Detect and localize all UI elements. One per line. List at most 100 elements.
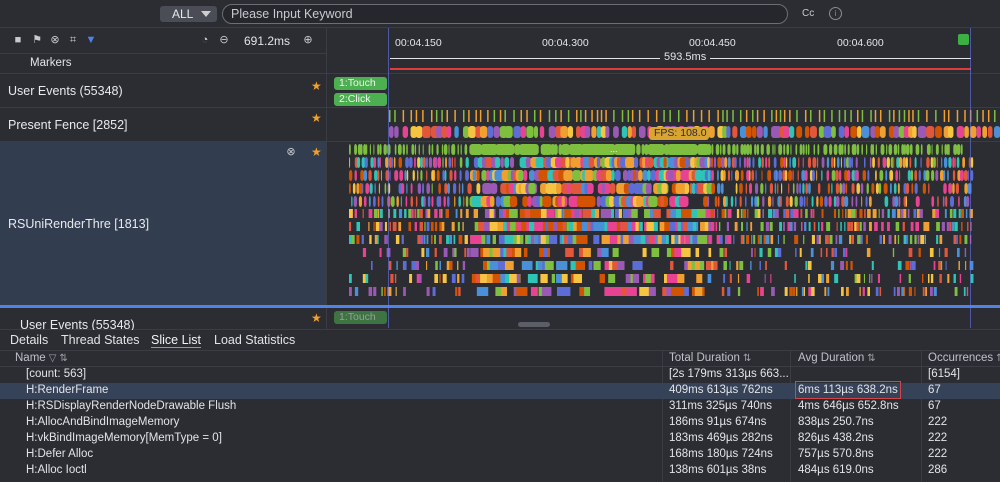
thread-slice — [874, 222, 878, 231]
thread-slice — [918, 248, 921, 257]
thread-slice — [840, 157, 842, 168]
settings-circle-icon[interactable]: ⊗ — [285, 146, 297, 158]
event-touch[interactable]: 1:Touch — [334, 311, 387, 324]
thread-slice — [420, 170, 423, 181]
thread-slice — [781, 183, 783, 194]
thread-slice — [830, 261, 835, 270]
flag-icon[interactable] — [958, 34, 969, 45]
thread-slice — [458, 196, 461, 207]
thread-slice — [588, 157, 595, 168]
horizontal-scrollbar[interactable] — [518, 322, 550, 327]
time-ruler[interactable]: 00:04.150 00:04.300 00:04.450 00:04.600 … — [326, 28, 1000, 74]
thread-slice — [760, 144, 764, 155]
track-user-events[interactable]: User Events (55348) ★ — [0, 74, 326, 108]
fence-frame — [874, 126, 880, 138]
column-header-avg[interactable]: Avg Duration ⇅ — [798, 352, 876, 364]
column-header-name[interactable]: Name ▽ ⇅ — [15, 352, 68, 364]
thread-slice — [711, 157, 713, 168]
tab-thread-states[interactable]: Thread States — [61, 333, 140, 347]
tab-details[interactable]: Details — [10, 333, 48, 347]
thread-slice — [642, 248, 647, 257]
event-touch[interactable]: 1:Touch — [334, 77, 387, 90]
thread-slice — [695, 248, 700, 257]
thread-slice — [405, 196, 408, 207]
capture-icon[interactable]: ⌗ — [67, 34, 79, 46]
lane-user-events[interactable]: 1:Touch 2:Click — [326, 74, 1000, 108]
sort-icon[interactable]: ⇅ — [996, 353, 1000, 364]
lane-rsunirenderthread[interactable]: ... — [326, 142, 1000, 306]
thread-slice — [383, 144, 387, 155]
thread-slice — [767, 196, 772, 207]
lane-present-fence[interactable]: FPS: 108.0 — [326, 108, 1000, 142]
thread-slice — [379, 209, 383, 218]
thread-slice — [406, 170, 409, 181]
thread-slice — [839, 183, 843, 194]
track-user-events-pinned[interactable]: User Events (55348) ★ — [0, 308, 326, 332]
fence-frame — [468, 126, 476, 138]
thread-slice — [853, 144, 857, 155]
search-input[interactable]: Please Input Keyword — [222, 4, 788, 24]
thread-slice — [904, 287, 906, 296]
zoom-out-icon[interactable]: ⊖ — [218, 34, 230, 46]
close-circle-icon[interactable]: ⊗ — [49, 34, 61, 46]
track-present-fence[interactable]: Present Fence [2852] ★ — [0, 108, 326, 142]
sort-icon[interactable]: ⇅ — [59, 353, 67, 364]
thread-slice — [750, 261, 752, 270]
table-row[interactable]: H:RSDisplayRenderNodeDrawable Flush 311m… — [0, 399, 1000, 415]
thread-slice — [811, 196, 814, 207]
tab-load-statistics[interactable]: Load Statistics — [214, 333, 295, 347]
thread-slice — [792, 157, 797, 168]
track-rsunirenderthread[interactable]: RSUniRenderThre [1813] ⊗ ★ — [0, 142, 326, 306]
checkbox-icon[interactable]: ■ — [12, 34, 24, 46]
thread-slice — [363, 196, 367, 207]
thread-slice — [799, 144, 803, 155]
thread-slice — [732, 144, 736, 155]
thread-slice — [465, 170, 469, 181]
thread-slice — [964, 183, 968, 194]
star-icon[interactable]: ★ — [311, 145, 322, 159]
thread-slice — [632, 274, 640, 283]
sort-icon[interactable]: ⇅ — [743, 353, 751, 364]
thread-slice — [369, 144, 371, 155]
thread-slice — [850, 222, 854, 231]
selection-range[interactable]: 593.5ms — [390, 51, 971, 64]
thread-slice — [901, 144, 905, 155]
case-sensitive-toggle[interactable]: Cc — [802, 8, 814, 19]
thread-slice — [937, 196, 939, 207]
table-row[interactable]: H:vkBindImageMemory[MemType = 0] 183ms 4… — [0, 431, 1000, 447]
star-icon[interactable]: ★ — [311, 111, 322, 125]
thread-slice — [887, 222, 890, 231]
lane-user-events-pinned[interactable]: 1:Touch — [326, 308, 1000, 330]
star-icon[interactable]: ★ — [311, 311, 322, 325]
timer-icon[interactable]: ◔ — [199, 34, 211, 46]
thread-slice — [836, 222, 838, 231]
cell-avg: 757µs 570.8ns — [798, 448, 874, 460]
tab-slice-list[interactable]: Slice List — [151, 333, 202, 348]
table-row[interactable]: H:Alloc Ioctl 138ms 601µs 38ns 484µs 619… — [0, 463, 1000, 479]
fence-frame — [893, 126, 900, 138]
thread-slice — [501, 287, 507, 296]
sort-icon[interactable]: ⇅ — [867, 353, 875, 364]
column-header-occurrences[interactable]: Occurrences⇅ — [928, 352, 1000, 364]
thread-slice — [855, 196, 858, 207]
flag-icon[interactable]: ⚑ — [31, 34, 43, 46]
thread-slice — [380, 170, 383, 181]
thread-slice — [670, 261, 674, 270]
search-scope-select[interactable]: ALL — [160, 6, 217, 22]
column-header-total[interactable]: Total Duration ⇅ — [669, 352, 751, 364]
thread-slice — [872, 144, 875, 155]
info-icon[interactable]: i — [829, 7, 842, 20]
thread-slice — [920, 144, 923, 155]
thread-slice — [714, 261, 718, 270]
table-row[interactable]: H:Defer Alloc 168ms 180µs 724ns 757µs 57… — [0, 447, 1000, 463]
thread-slice — [958, 196, 960, 207]
table-row[interactable]: H:AllocAndBindImageMemory 186ms 91µs 674… — [0, 415, 1000, 431]
filter-icon[interactable]: ▽ — [49, 353, 57, 364]
filter-icon[interactable]: ▼ — [85, 34, 97, 46]
thread-slice — [818, 222, 820, 231]
thread-slice — [356, 157, 361, 168]
zoom-in-icon[interactable]: ⊕ — [302, 34, 314, 46]
star-icon[interactable]: ★ — [311, 79, 322, 93]
event-click[interactable]: 2:Click — [334, 93, 387, 106]
thread-slice — [926, 222, 930, 231]
